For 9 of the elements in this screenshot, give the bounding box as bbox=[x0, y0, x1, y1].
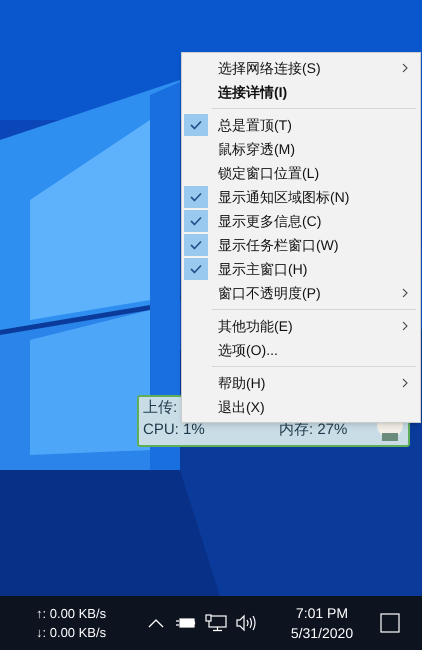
network-icon[interactable] bbox=[205, 614, 227, 632]
clock-time[interactable]: 7:01 PM bbox=[296, 603, 348, 623]
upload-speed: ↑: 0.00 KB/s bbox=[36, 605, 108, 623]
clock-date[interactable]: 5/31/2020 bbox=[290, 623, 354, 643]
speaker-icon[interactable] bbox=[236, 614, 258, 632]
notification-icon[interactable] bbox=[380, 613, 400, 633]
download-speed: ↓: 0.00 KB/s bbox=[36, 624, 108, 642]
battery-icon[interactable] bbox=[176, 617, 196, 629]
chevron-up-icon[interactable] bbox=[148, 618, 164, 628]
